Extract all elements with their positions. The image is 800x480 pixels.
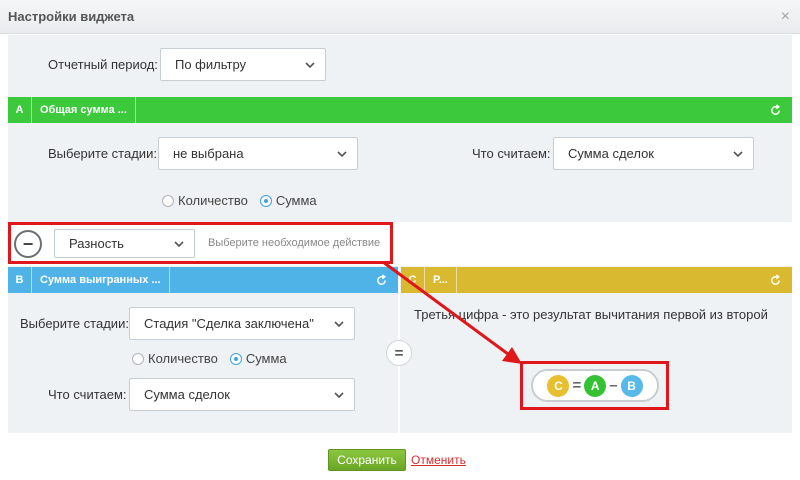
annotation-arrow-icon [382, 260, 522, 364]
save-button[interactable]: Сохранить [328, 449, 406, 471]
cancel-link[interactable]: Отменить [411, 453, 466, 467]
